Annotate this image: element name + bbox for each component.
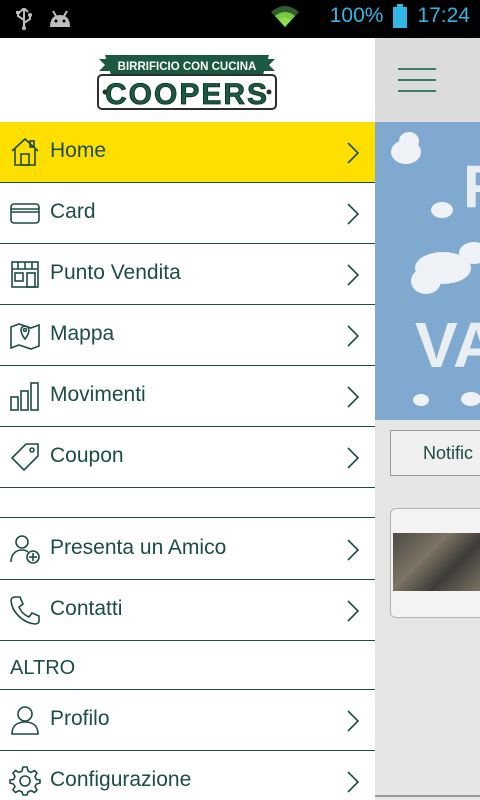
- logo-tagline: BIRRIFICIO CON CUCINA: [118, 61, 257, 73]
- section-header-altro: ALTRO: [0, 641, 375, 690]
- add-friend-icon: [9, 533, 41, 565]
- promo-banner[interactable]: F VA: [375, 122, 480, 420]
- chevron-right-icon: [346, 599, 360, 623]
- wifi-icon: [270, 4, 300, 28]
- menu-item-profilo[interactable]: Profilo: [0, 690, 375, 751]
- clock: 17:24: [417, 4, 470, 27]
- menu-item-movimenti[interactable]: Movimenti: [0, 366, 375, 427]
- map-icon: [9, 319, 41, 351]
- menu-item-card[interactable]: Card: [0, 183, 375, 244]
- bar-chart-icon: [9, 380, 41, 412]
- store-icon: [9, 258, 41, 290]
- hamburger-menu-icon[interactable]: [398, 68, 436, 92]
- menu-item-mappa[interactable]: Mappa: [0, 305, 375, 366]
- chevron-right-icon: [346, 709, 360, 733]
- tag-icon: [9, 441, 41, 473]
- chevron-right-icon: [346, 263, 360, 287]
- news-card[interactable]: [390, 508, 480, 618]
- menu-item-configurazione[interactable]: Configurazione: [0, 751, 375, 800]
- section-title: ALTRO: [10, 657, 76, 679]
- drawer-header: BIRRIFICIO CON CUCINA COOPERS: [0, 38, 375, 122]
- chevron-right-icon: [346, 324, 360, 348]
- banner-letters-graphic: VA: [415, 309, 480, 381]
- navigation-drawer: BIRRIFICIO CON CUCINA COOPERS Home Card: [0, 38, 375, 800]
- menu-item-label: Mappa: [50, 322, 115, 345]
- notifications-button[interactable]: Notific: [390, 430, 480, 476]
- chevron-right-icon: [346, 770, 360, 794]
- menu-spacer: [0, 488, 375, 518]
- divider: [375, 795, 480, 797]
- chevron-right-icon: [346, 446, 360, 470]
- menu-item-label: Contatti: [50, 597, 123, 620]
- menu-item-label: Coupon: [50, 444, 124, 467]
- chevron-right-icon: [346, 538, 360, 562]
- menu-item-contatti[interactable]: Contatti: [0, 580, 375, 641]
- menu-item-label: Presenta un Amico: [50, 536, 227, 559]
- gear-icon: [9, 765, 41, 797]
- menu-item-presenta-un-amico[interactable]: Presenta un Amico: [0, 519, 375, 580]
- card-icon: [9, 197, 41, 229]
- chevron-right-icon: [346, 141, 360, 165]
- menu-item-label: Card: [50, 200, 96, 223]
- phone-icon: [9, 594, 41, 626]
- menu-item-label: Configurazione: [50, 768, 192, 791]
- usb-icon: [14, 8, 34, 30]
- menu-item-punto-vendita[interactable]: Punto Vendita: [0, 244, 375, 305]
- app-toolbar: [375, 38, 480, 122]
- menu-item-label: Punto Vendita: [50, 261, 181, 284]
- menu-item-label: Movimenti: [50, 383, 146, 406]
- background-app: F VA Notific: [375, 38, 480, 800]
- home-icon: [9, 136, 41, 168]
- android-debug-icon: [48, 9, 72, 29]
- menu-item-coupon[interactable]: Coupon: [0, 427, 375, 488]
- menu-item-label: Home: [50, 139, 107, 162]
- logo-brand: COOPERS: [105, 78, 269, 111]
- menu-item-home[interactable]: Home: [0, 122, 375, 183]
- coopers-logo: BIRRIFICIO CON CUCINA COOPERS: [97, 51, 277, 111]
- menu-item-label: Profilo: [50, 707, 110, 730]
- chevron-right-icon: [346, 385, 360, 409]
- battery-icon: [393, 4, 408, 28]
- chevron-right-icon: [346, 202, 360, 226]
- user-icon: [9, 704, 41, 736]
- news-photo: [393, 533, 480, 591]
- banner-letter-graphic: F: [463, 152, 480, 221]
- battery-percent: 100%: [329, 4, 384, 27]
- status-bar: 100% 17:24: [0, 0, 480, 38]
